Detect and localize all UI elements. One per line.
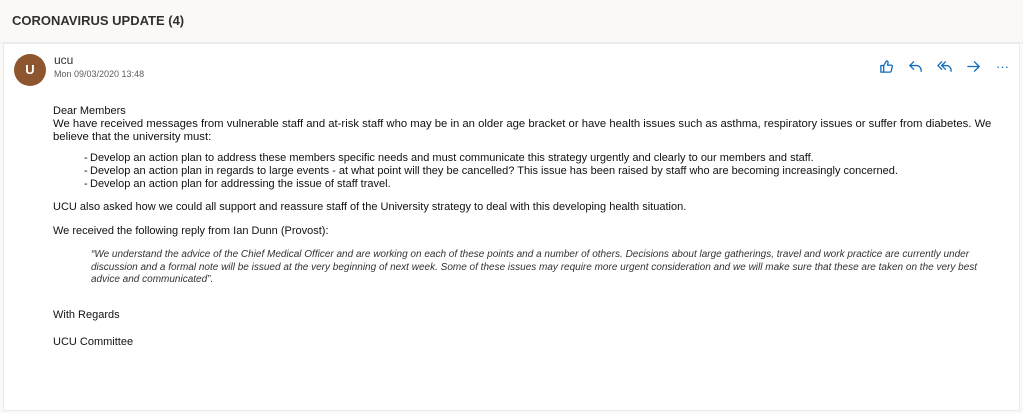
message-body: Dear Members We have received messages f…: [53, 105, 1003, 349]
signature: UCU Committee: [53, 335, 134, 348]
message-card[interactable]: U ucu Mon 09/03/2020 13:48 ··· Dear Memb…: [3, 43, 1020, 411]
forward-button[interactable]: [965, 58, 982, 75]
message-actions: ···: [878, 58, 1011, 75]
reply-intro: We received the following reply from Ian…: [53, 225, 329, 237]
list-item: Develop an action plan in regards to lar…: [84, 165, 1003, 178]
action-list: Develop an action plan to address these …: [53, 152, 1003, 191]
reply-button[interactable]: [907, 58, 924, 75]
reply-icon: [909, 61, 922, 72]
more-actions-button[interactable]: ···: [994, 58, 1011, 75]
provost-quote: “We understand the advice of the Chief M…: [91, 249, 978, 285]
email-subject: CORONAVIRUS UPDATE (4): [12, 13, 185, 28]
intro-paragraph: We have received messages from vulnerabl…: [53, 118, 992, 143]
list-item: Develop an action plan to address these …: [84, 152, 1003, 165]
support-paragraph: UCU also asked how we could all support …: [53, 201, 687, 213]
forward-icon: [967, 61, 980, 72]
closing: With Regards: [53, 308, 120, 321]
greeting: Dear Members: [53, 105, 126, 117]
thumbs-up-icon: [880, 60, 894, 73]
avatar[interactable]: U: [14, 54, 46, 86]
reply-all-icon: [937, 61, 952, 72]
reply-all-button[interactable]: [936, 58, 953, 75]
message-date: Mon 09/03/2020 13:48: [54, 69, 145, 79]
list-item: Develop an action plan for addressing th…: [84, 178, 1003, 191]
like-button[interactable]: [878, 58, 895, 75]
more-icon: ···: [996, 59, 1009, 74]
sender-name[interactable]: ucu: [54, 53, 73, 67]
subject-bar: CORONAVIRUS UPDATE (4): [0, 0, 1023, 43]
